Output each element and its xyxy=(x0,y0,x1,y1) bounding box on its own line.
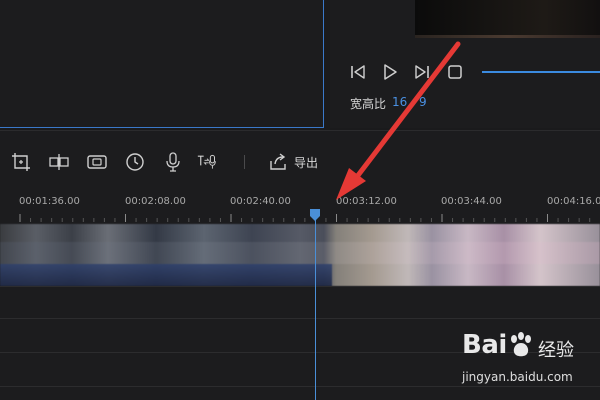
timeline-toolbar: 导出 xyxy=(0,130,600,188)
ruler-ticks xyxy=(19,214,591,222)
ruler-tick-label: 00:02:40.00 xyxy=(230,196,291,207)
ruler-tick-label: 00:04:16.00 xyxy=(547,196,600,207)
aspect-ratio[interactable]: 宽高比 16 : 9 xyxy=(350,95,427,112)
video-clip-selected-band xyxy=(0,264,332,286)
export-icon xyxy=(270,153,286,170)
ruler-tick-label: 00:03:12.00 xyxy=(336,196,397,207)
record-icon[interactable] xyxy=(162,151,184,173)
paw-logo-icon xyxy=(511,332,531,357)
preview-video[interactable] xyxy=(415,0,600,38)
speed-icon[interactable] xyxy=(124,151,146,173)
watermark-url: jingyan.baidu.com xyxy=(462,370,573,384)
watermark-brand-suffix: 经验 xyxy=(538,340,574,361)
video-clip-frames xyxy=(0,242,600,264)
audio-track[interactable] xyxy=(0,286,600,318)
media-panel[interactable] xyxy=(0,0,324,128)
next-frame-icon[interactable] xyxy=(412,62,432,82)
freeze-frame-icon[interactable] xyxy=(86,151,108,173)
playhead-line[interactable] xyxy=(315,210,316,400)
crop-icon[interactable] xyxy=(10,151,32,173)
stop-icon[interactable] xyxy=(445,62,465,82)
volume-slider[interactable] xyxy=(482,71,600,73)
baidu-jingyan-watermark: Bai 经验 jingyan.baidu.com xyxy=(448,322,598,392)
text-to-speech-icon[interactable] xyxy=(196,151,218,173)
aspect-ratio-label: 宽高比 xyxy=(350,97,387,111)
export-button[interactable]: 导出 xyxy=(268,151,318,173)
play-icon[interactable] xyxy=(380,62,400,82)
ruler-tick-label: 00:01:36.00 xyxy=(19,196,80,207)
watermark-brand: Bai xyxy=(462,330,507,360)
ruler-tick-label: 00:02:08.00 xyxy=(125,196,186,207)
timeline-ruler[interactable]: 00:01:36.00 00:02:08.00 00:02:40.00 00:0… xyxy=(0,188,600,224)
preview-panel: 宽高比 16 : 9 xyxy=(330,0,600,128)
export-label: 导出 xyxy=(294,155,319,170)
video-clip-track[interactable] xyxy=(0,224,600,286)
aspect-ratio-value[interactable]: 16 : 9 xyxy=(392,95,427,112)
split-icon[interactable] xyxy=(48,151,70,173)
top-area: 宽高比 16 : 9 xyxy=(0,0,600,130)
prev-frame-icon[interactable] xyxy=(348,62,368,82)
ruler-tick-label: 00:03:44.00 xyxy=(441,196,502,207)
toolbar-divider xyxy=(244,155,245,169)
